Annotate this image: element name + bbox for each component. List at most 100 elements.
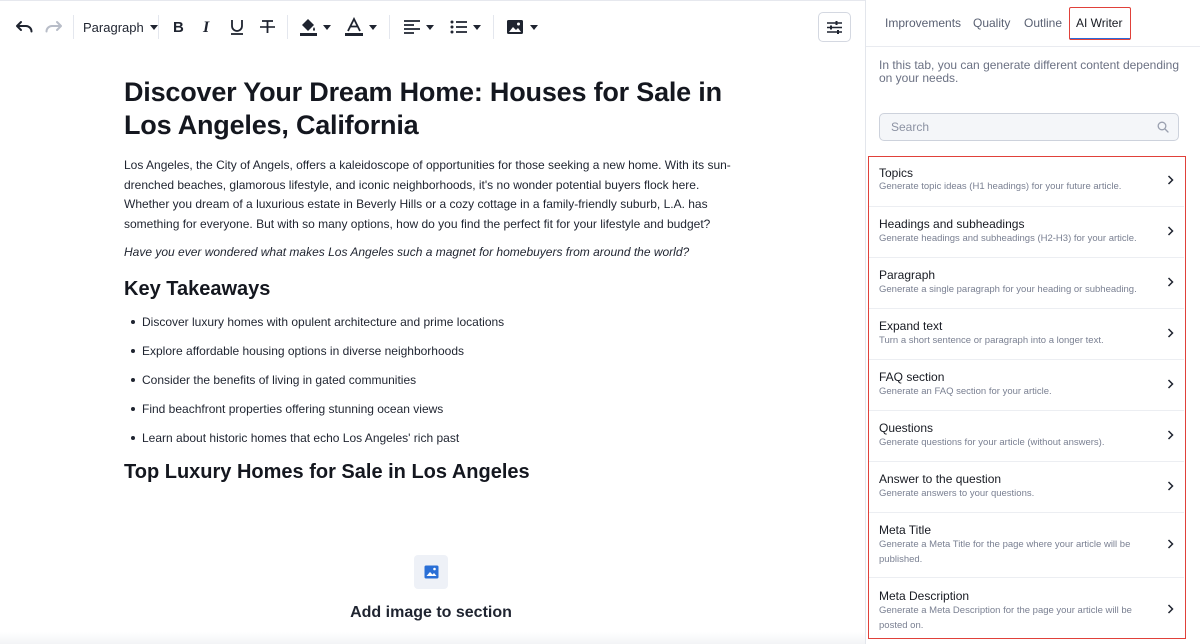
toolbar-divider xyxy=(493,15,494,39)
tool-item-paragraph[interactable]: Paragraph Generate a single paragraph fo… xyxy=(869,258,1184,309)
chevron-right-icon xyxy=(1167,430,1174,440)
add-image-label[interactable]: Add image to section xyxy=(300,604,562,622)
paint-bucket-icon xyxy=(299,19,317,36)
redo-icon xyxy=(45,21,62,33)
tool-item-description: Generate questions for your article (wit… xyxy=(879,437,1105,448)
align-left-icon xyxy=(403,20,420,34)
paragraph-style-select[interactable]: Paragraph xyxy=(83,13,158,41)
chevron-right-icon xyxy=(1167,226,1174,236)
tool-item-headings[interactable]: Headings and subheadings Generate headin… xyxy=(869,207,1184,258)
undo-button[interactable] xyxy=(14,13,34,41)
redo-button[interactable] xyxy=(43,13,63,41)
intro-paragraph[interactable]: Los Angeles, the City of Angels, offers … xyxy=(124,156,734,234)
panel-description: In this tab, you can generate different … xyxy=(879,58,1179,85)
search-icon xyxy=(1157,121,1169,133)
document-body[interactable]: Discover Your Dream Home: Houses for Sal… xyxy=(124,76,734,485)
sliders-icon xyxy=(827,20,842,34)
tool-item-description: Generate a single paragraph for your hea… xyxy=(879,284,1137,295)
chevron-down-icon xyxy=(425,24,434,30)
insert-image-button[interactable] xyxy=(504,13,540,41)
chevron-right-icon xyxy=(1167,481,1174,491)
search-input[interactable] xyxy=(880,114,1140,140)
bold-button[interactable]: B xyxy=(170,13,188,41)
chevron-down-icon xyxy=(368,24,377,30)
editor-settings-button[interactable] xyxy=(818,12,851,42)
tool-item-meta-title[interactable]: Meta Title Generate a Meta Title for the… xyxy=(869,513,1184,578)
chevron-right-icon xyxy=(1167,277,1174,287)
highlight-color-button[interactable] xyxy=(296,13,332,41)
key-takeaways-heading[interactable]: Key Takeaways xyxy=(124,276,734,302)
toolbar-divider xyxy=(73,15,74,39)
document-title[interactable]: Discover Your Dream Home: Houses for Sal… xyxy=(124,76,734,142)
tool-item-expand-text[interactable]: Expand text Turn a short sentence or par… xyxy=(869,309,1184,360)
text-color-icon xyxy=(344,17,363,36)
tool-item-description: Turn a short sentence or paragraph into … xyxy=(879,335,1104,346)
tool-item-questions[interactable]: Questions Generate questions for your ar… xyxy=(869,411,1184,462)
editor-pane: Paragraph B I Discover Your Dream Home: … xyxy=(0,0,865,644)
editor-toolbar: Paragraph B I xyxy=(0,0,865,52)
undo-icon xyxy=(15,21,32,33)
chevron-right-icon xyxy=(1167,539,1174,549)
tool-item-description: Generate a Meta Description for the page… xyxy=(879,605,1132,631)
toolbar-divider xyxy=(389,15,390,39)
bold-icon: B xyxy=(173,19,184,35)
chevron-down-icon xyxy=(149,24,158,30)
italic-icon: I xyxy=(202,19,210,35)
key-takeaways-list: Discover luxury homes with opulent archi… xyxy=(124,314,734,446)
tool-item-title: Paragraph xyxy=(879,268,936,282)
tool-item-faq-section[interactable]: FAQ section Generate an FAQ section for … xyxy=(869,360,1184,411)
tab-improvements[interactable]: Improvements xyxy=(885,16,961,30)
tool-item-topics[interactable]: Topics Generate topic ideas (H1 headings… xyxy=(869,157,1184,207)
chevron-down-icon xyxy=(472,24,481,30)
bulleted-list-icon xyxy=(450,20,467,34)
toolbar-divider xyxy=(287,15,288,39)
tool-item-title: Meta Description xyxy=(879,589,970,603)
image-icon xyxy=(424,565,438,579)
align-button[interactable] xyxy=(400,13,436,41)
tool-item-title: FAQ section xyxy=(879,370,945,384)
strikethrough-button[interactable] xyxy=(257,13,277,41)
list-item[interactable]: Learn about historic homes that echo Los… xyxy=(124,430,734,446)
search-box[interactable] xyxy=(879,113,1179,141)
chevron-right-icon xyxy=(1167,604,1174,614)
highlight-box xyxy=(1069,7,1131,40)
svg-text:I: I xyxy=(202,19,210,35)
toolbar-divider xyxy=(158,15,159,39)
tool-item-title: Questions xyxy=(879,421,934,435)
list-item[interactable]: Discover luxury homes with opulent archi… xyxy=(124,314,734,330)
list-item[interactable]: Consider the benefits of living in gated… xyxy=(124,372,734,388)
svg-text:B: B xyxy=(173,19,184,35)
ai-writer-tools-list: Topics Generate topic ideas (H1 headings… xyxy=(868,156,1186,639)
add-image-button[interactable] xyxy=(414,555,448,589)
chevron-down-icon xyxy=(322,24,331,30)
tool-item-title: Expand text xyxy=(879,319,943,333)
question-paragraph[interactable]: Have you ever wondered what makes Los An… xyxy=(124,243,734,262)
tool-item-title: Topics xyxy=(879,166,914,180)
image-icon xyxy=(507,20,523,34)
strikethrough-icon xyxy=(259,20,275,33)
tool-item-meta-description[interactable]: Meta Description Generate a Meta Descrip… xyxy=(869,578,1184,638)
list-item[interactable]: Explore affordable housing options in di… xyxy=(124,343,734,359)
italic-button[interactable]: I xyxy=(199,13,217,41)
tab-quality[interactable]: Quality xyxy=(973,16,1010,30)
chevron-right-icon xyxy=(1167,379,1174,389)
tool-item-description: Generate topic ideas (H1 headings) for y… xyxy=(879,181,1122,192)
chevron-down-icon xyxy=(530,24,538,30)
tool-item-description: Generate a Meta Title for the page where… xyxy=(879,539,1131,565)
tool-item-title: Meta Title xyxy=(879,523,932,537)
list-button[interactable] xyxy=(447,13,483,41)
tool-item-title: Headings and subheadings xyxy=(879,217,1025,231)
section-heading[interactable]: Top Luxury Homes for Sale in Los Angeles xyxy=(124,459,734,485)
tool-item-title: Answer to the question xyxy=(879,472,1002,486)
paragraph-style-label: Paragraph xyxy=(83,19,144,35)
chevron-right-icon xyxy=(1167,328,1174,338)
tool-item-answer-question[interactable]: Answer to the question Generate answers … xyxy=(869,462,1184,513)
underline-icon xyxy=(231,20,243,35)
list-item[interactable]: Find beachfront properties offering stun… xyxy=(124,401,734,417)
tab-outline[interactable]: Outline xyxy=(1024,16,1062,30)
scroll-fade xyxy=(0,632,865,644)
tool-item-description: Generate headings and subheadings (H2-H3… xyxy=(879,233,1137,244)
text-color-button[interactable] xyxy=(342,13,378,41)
tool-item-description: Generate answers to your questions. xyxy=(879,488,1035,499)
underline-button[interactable] xyxy=(228,13,246,41)
